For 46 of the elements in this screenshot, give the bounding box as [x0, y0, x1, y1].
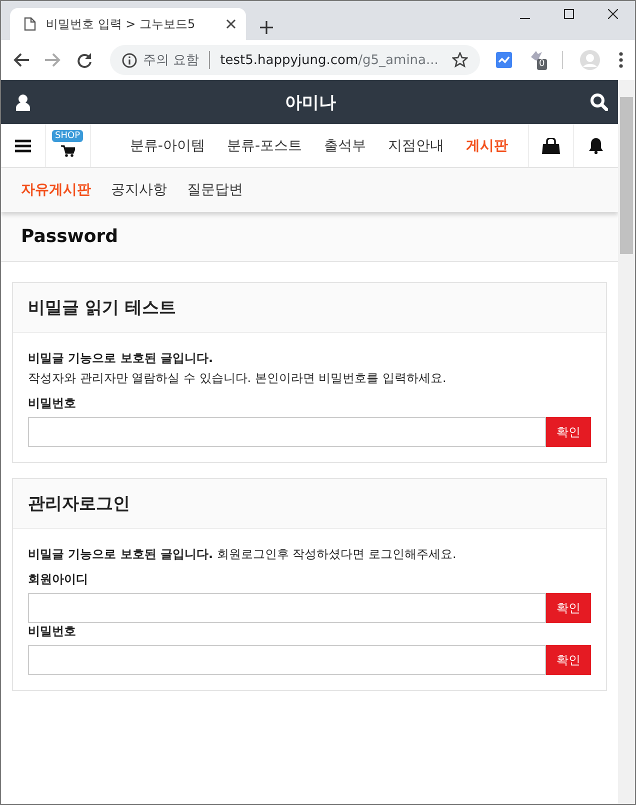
card-title: 비밀글 읽기 테스트 — [28, 297, 176, 319]
notice-text: 작성자와 관리자만 열람하실 수 있습니다. 본인이라면 비밀번호를 입력하세요. — [28, 370, 448, 387]
back-icon[interactable] — [13, 53, 29, 67]
subnav-link[interactable]: 공지사항 — [111, 181, 167, 199]
maximize-icon[interactable] — [564, 9, 574, 19]
nav-link[interactable]: 지점안내 — [388, 136, 444, 154]
search-icon[interactable] — [590, 93, 608, 111]
field-label: 비밀번호 — [28, 623, 77, 640]
close-icon[interactable] — [226, 19, 236, 29]
reload-icon[interactable] — [77, 52, 92, 68]
address-bar[interactable]: 주의 요함 test5.happyjung.com/g5_amina... — [110, 45, 480, 75]
page-icon — [24, 17, 36, 31]
scrollbar-thumb[interactable] — [620, 97, 633, 254]
site-title[interactable]: 아미나 — [285, 90, 336, 114]
user-icon[interactable] — [15, 94, 31, 110]
input-field[interactable] — [28, 645, 546, 675]
info-icon[interactable] — [122, 52, 137, 68]
confirm-button[interactable]: 확인 — [546, 593, 591, 623]
shop-badge: SHOP — [52, 130, 83, 142]
input-field[interactable] — [28, 593, 546, 623]
confirm-button[interactable]: 확인 — [546, 645, 591, 675]
menu-icon[interactable] — [619, 52, 623, 68]
field-label: 회원아이디 — [28, 571, 89, 588]
notice-text: 비밀글 기능으로 보호된 글입니다. — [28, 350, 214, 367]
field-label: 비밀번호 — [28, 395, 77, 412]
shopping-bag-icon[interactable] — [542, 138, 560, 154]
card-title: 관리자로그인 — [28, 493, 130, 515]
close-icon[interactable] — [608, 9, 618, 19]
tab-title: 비밀번호 입력 > 그누보드5 — [46, 16, 196, 32]
check-extension-icon[interactable] — [496, 52, 512, 68]
subnav-link[interactable]: 질문답변 — [187, 181, 243, 199]
extension-badge: 0 — [537, 59, 547, 70]
nav-link[interactable]: 분류-포스트 — [226, 136, 302, 154]
cart-icon[interactable] — [61, 144, 75, 156]
new-tab-icon[interactable] — [260, 21, 273, 34]
menu-icon[interactable] — [15, 138, 31, 152]
notice-text: 비밀글 기능으로 보호된 글입니다. 회원로그인후 작성하셨다면 로그인해주세요. — [28, 546, 458, 563]
nav-link[interactable]: 분류-아이템 — [130, 136, 205, 154]
security-label: 주의 요함 — [143, 52, 200, 69]
nav-link[interactable]: 출석부 — [324, 136, 366, 154]
confirm-button[interactable]: 확인 — [546, 417, 591, 447]
url-text: test5.happyjung.com/g5_amina... — [220, 52, 440, 68]
input-field[interactable] — [28, 417, 546, 447]
star-icon[interactable] — [452, 52, 468, 68]
page-title: Password — [21, 226, 118, 247]
bell-icon[interactable] — [588, 137, 604, 154]
